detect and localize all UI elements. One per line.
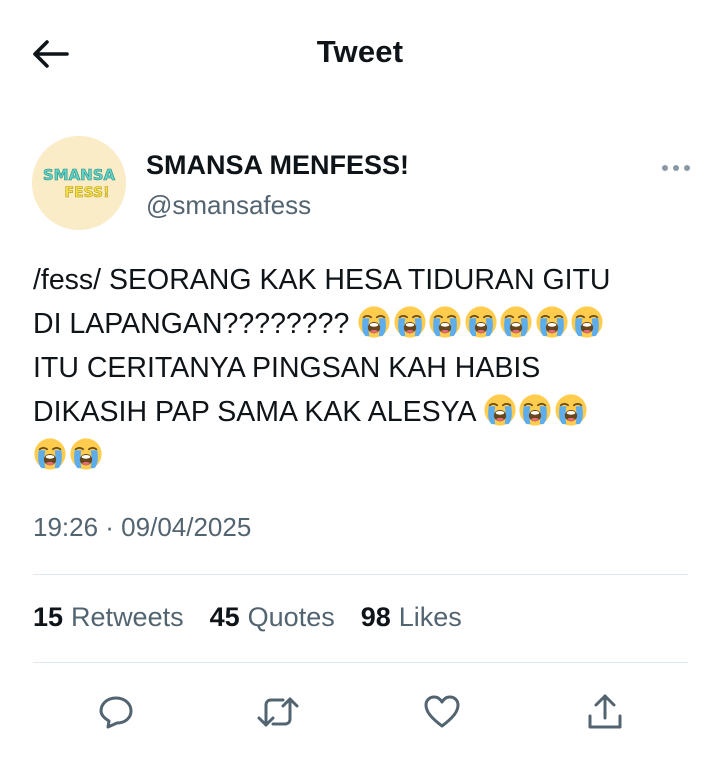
tweet-stats: 15 Retweets 45 Quotes 98 Likes (33, 602, 488, 633)
more-options-button[interactable] (656, 155, 696, 181)
avatar-text-bottom: FESS! (64, 185, 109, 201)
avatar[interactable]: SMANSA FESS! (32, 136, 126, 230)
author-display-name[interactable]: SMANSA MENFESS! (146, 150, 409, 181)
stat-label: Quotes (247, 602, 335, 632)
loudly-crying-face-emoji (500, 306, 532, 338)
stat-count: 45 (209, 602, 240, 632)
stat-label: Likes (398, 602, 462, 632)
author-handle[interactable]: @smansafess (146, 190, 311, 221)
tweet-text-line: ITU CERITANYA PINGSAN KAH HABIS (33, 346, 703, 390)
like-button[interactable] (418, 688, 466, 736)
avatar-text-top: SMANSA (43, 166, 116, 184)
loudly-crying-face-emoji (555, 394, 587, 426)
divider (33, 662, 688, 663)
retweet-icon (257, 697, 299, 727)
tweet-text-segment: /fess/ SEORANG KAK HESA TIDURAN GITU (33, 264, 611, 296)
stat-retweets[interactable]: 15 Retweets (33, 602, 184, 633)
loudly-crying-face-emoji (394, 306, 426, 338)
tweet-text-line: /fess/ SEORANG KAK HESA TIDURAN GITU (33, 258, 703, 302)
tweet-timestamp[interactable]: 19:26 · 09/04/2025 (33, 512, 251, 543)
tweet-text-segment: ITU CERITANYA PINGSAN KAH HABIS (33, 352, 541, 384)
tweet-text: /fess/ SEORANG KAK HESA TIDURAN GITU DI L… (33, 258, 703, 478)
tweet-text-segment: DIKASIH PAP SAMA KAK ALESYA (33, 396, 483, 428)
tweet-text-line: DIKASIH PAP SAMA KAK ALESYA (33, 390, 703, 434)
share-button[interactable] (581, 688, 629, 736)
tweet-text-segment: DI LAPANGAN???????? (33, 308, 358, 340)
loudly-crying-face-emoji (519, 394, 551, 426)
page-title: Tweet (316, 34, 404, 69)
loudly-crying-face-emoji (34, 438, 66, 470)
like-icon (424, 695, 460, 728)
reply-button[interactable] (92, 688, 140, 736)
loudly-crying-face-emoji (571, 306, 603, 338)
top-bar: Tweet (0, 0, 720, 108)
loudly-crying-face-emoji (429, 306, 461, 338)
loudly-crying-face-emoji (69, 438, 102, 470)
divider (33, 574, 688, 575)
reply-icon (99, 696, 133, 729)
stat-quotes[interactable]: 45 Quotes (210, 602, 335, 633)
stat-count: 15 (33, 602, 64, 632)
share-icon (588, 694, 622, 729)
stat-count: 98 (360, 602, 391, 632)
loudly-crying-face-emoji (484, 394, 516, 426)
retweet-button[interactable] (254, 688, 302, 736)
loudly-crying-face-emoji (465, 306, 497, 338)
more-horizontal-icon (662, 165, 690, 171)
stat-likes[interactable]: 98 Likes (361, 602, 462, 633)
loudly-crying-face-emoji (536, 306, 568, 338)
tweet-text-line (33, 434, 703, 478)
tweet-text-line: DI LAPANGAN???????? (33, 302, 703, 346)
stat-label: Retweets (71, 602, 184, 632)
loudly-crying-face-emoji (358, 306, 390, 338)
avatar-logo: SMANSA FESS! (32, 136, 126, 230)
tweet-actions (0, 688, 720, 738)
